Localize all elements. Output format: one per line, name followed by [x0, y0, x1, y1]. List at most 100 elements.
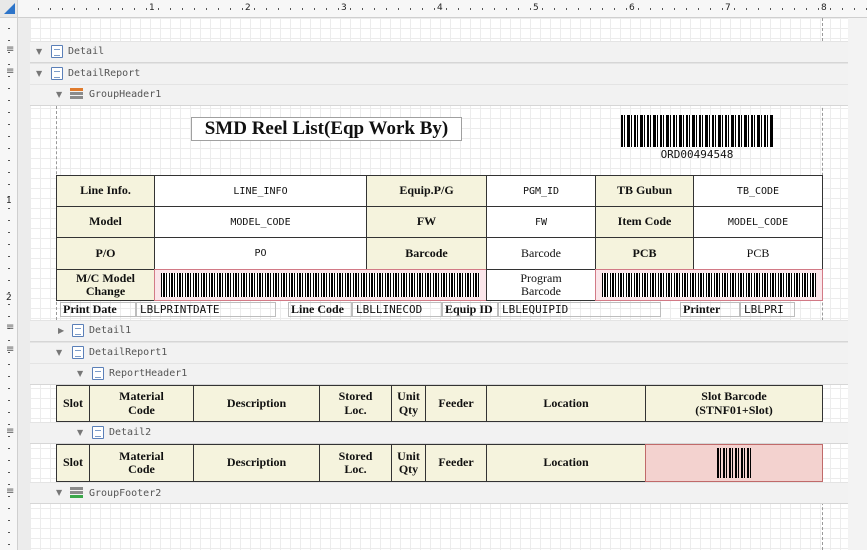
collapse-arrow-icon[interactable]: ▼	[77, 369, 83, 378]
equip-id-value[interactable]: LBLEQUIPID	[498, 302, 661, 317]
report-title[interactable]: SMD Reel List(Eqp Work By)	[191, 117, 462, 141]
col-feeder[interactable]: Feeder	[425, 385, 487, 422]
equip-pg-value[interactable]: PGM_ID	[486, 175, 596, 207]
equip-pg-label[interactable]: Equip.P/G	[366, 175, 487, 207]
ruler-tick	[8, 256, 10, 257]
collapse-arrow-icon[interactable]: ▼	[36, 47, 42, 56]
band-detail[interactable]	[30, 41, 848, 63]
ruler-tick	[686, 8, 687, 10]
ruler-tick	[8, 28, 10, 29]
col-slot-barcode[interactable]: Slot Barcode (STNF01+Slot)	[645, 385, 823, 422]
ruler-tick	[554, 8, 555, 10]
ruler-tick	[242, 8, 243, 10]
collapse-arrow-icon[interactable]: ▼	[56, 90, 62, 99]
col-description[interactable]: Description	[193, 385, 320, 422]
detail-location[interactable]: Location	[486, 444, 646, 482]
band-grip-icon[interactable]: ≡	[6, 426, 14, 437]
ruler-tick	[422, 8, 423, 10]
expand-arrow-icon[interactable]: ▶	[58, 326, 64, 335]
detail-slot[interactable]: Slot	[56, 444, 90, 482]
ruler-number: 6	[629, 3, 635, 13]
detail-description[interactable]: Description	[193, 444, 320, 482]
ruler-tick	[158, 8, 159, 10]
ruler-tick	[842, 8, 843, 10]
model-label[interactable]: Model	[56, 206, 155, 238]
band-grip-icon[interactable]: ≡	[6, 66, 14, 77]
ruler-tick	[374, 8, 375, 10]
ruler-number: 1	[149, 3, 155, 13]
band-grip-icon[interactable]: ≡	[6, 344, 14, 355]
printer-label[interactable]: Printer	[680, 302, 740, 317]
detail-slot-barcode[interactable]	[645, 444, 823, 482]
ruler-tick	[8, 148, 10, 149]
col-unit-qty[interactable]: Unit Qty	[391, 385, 426, 422]
detail-unit-qty[interactable]: Unit Qty	[391, 444, 426, 482]
pcb-label[interactable]: PCB	[595, 237, 694, 270]
collapse-arrow-icon[interactable]: ▼	[77, 428, 83, 437]
ruler-tick	[8, 304, 10, 305]
ruler-tick	[8, 244, 10, 245]
ruler-tick	[8, 172, 10, 173]
program-barcode-label[interactable]: Program Barcode	[486, 269, 596, 301]
print-date-value[interactable]: LBLPRINTDATE	[136, 302, 276, 317]
line-code-value[interactable]: LBLLINECOD	[352, 302, 442, 317]
ruler-tick	[674, 8, 675, 10]
ruler-tick	[8, 532, 10, 533]
equip-id-label[interactable]: Equip ID	[442, 302, 498, 317]
col-material-line2: Code	[128, 402, 155, 417]
line-info-value[interactable]: LINE_INFO	[154, 175, 367, 207]
col-slot[interactable]: Slot	[56, 385, 90, 422]
band-sidebar	[18, 18, 30, 550]
item-code-value[interactable]: MODEL_CODE	[693, 206, 823, 238]
col-material-code[interactable]: Material Code	[89, 385, 194, 422]
band-grip-icon[interactable]: ≡	[6, 322, 14, 333]
mc-model-change-label[interactable]: M/C Model Change	[56, 269, 155, 301]
ruler-tick	[266, 8, 267, 10]
mc-model-change-barcode[interactable]	[154, 269, 487, 301]
ruler-number: 2	[6, 293, 12, 303]
detail-material-line2: Code	[128, 462, 155, 476]
po-label[interactable]: P/O	[56, 237, 155, 270]
ruler-tick	[386, 8, 387, 10]
ruler-tick	[8, 100, 10, 101]
po-value[interactable]: PO	[154, 237, 367, 270]
order-barcode[interactable]	[621, 115, 773, 147]
ruler-tick	[62, 8, 63, 10]
tb-gubun-value[interactable]: TB_CODE	[693, 175, 823, 207]
ruler-tick	[98, 8, 99, 10]
barcode-label[interactable]: Barcode	[366, 237, 487, 270]
ruler-tick	[230, 8, 231, 10]
collapse-arrow-icon[interactable]: ▼	[56, 348, 62, 357]
ruler-tick	[326, 8, 327, 10]
detail-material-code[interactable]: Material Code	[89, 444, 194, 482]
model-value[interactable]: MODEL_CODE	[154, 206, 367, 238]
band-detail1[interactable]	[30, 320, 848, 342]
col-stored-loc[interactable]: Stored Loc.	[319, 385, 392, 422]
collapse-arrow-icon[interactable]: ▼	[36, 69, 42, 78]
col-slot-barcode-line1: Slot Barcode	[701, 389, 767, 404]
line-info-label[interactable]: Line Info.	[56, 175, 155, 207]
band-detail-report[interactable]	[30, 63, 848, 85]
print-date-label[interactable]: Print Date	[60, 302, 136, 317]
collapse-arrow-icon[interactable]: ▼	[56, 488, 62, 497]
col-location[interactable]: Location	[486, 385, 646, 422]
ruler-tick	[110, 8, 111, 10]
pcb-value[interactable]: PCB	[693, 237, 823, 270]
fw-value[interactable]: FW	[486, 206, 596, 238]
band-grip-icon[interactable]: ≡	[6, 486, 14, 497]
ruler-tick	[794, 8, 795, 10]
program-barcode[interactable]	[595, 269, 823, 301]
ruler-tick	[146, 8, 147, 10]
band-detail2[interactable]	[30, 422, 848, 444]
band-grip-icon[interactable]: ≡	[6, 44, 14, 55]
ruler-tick	[8, 412, 10, 413]
detail-stored-loc[interactable]: Stored Loc.	[319, 444, 392, 482]
line-code-label[interactable]: Line Code	[288, 302, 352, 317]
ruler-tick	[8, 232, 10, 233]
tb-gubun-label[interactable]: TB Gubun	[595, 175, 694, 207]
printer-value[interactable]: LBLPRI	[740, 302, 795, 317]
fw-label[interactable]: FW	[366, 206, 487, 238]
barcode-value[interactable]: Barcode	[486, 237, 596, 270]
detail-feeder[interactable]: Feeder	[425, 444, 487, 482]
item-code-label[interactable]: Item Code	[595, 206, 694, 238]
